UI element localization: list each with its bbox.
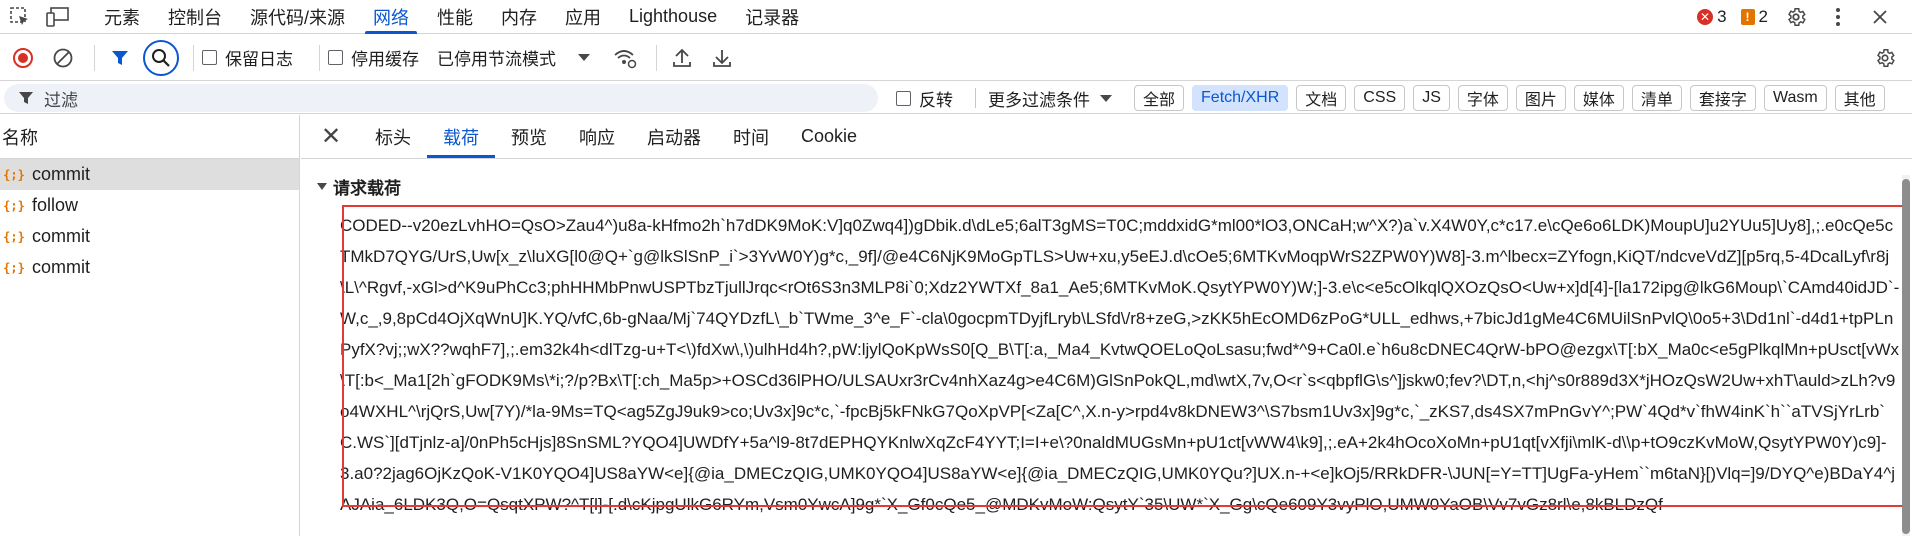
tab-console[interactable]: 控制台 [154,0,236,34]
name-column-header[interactable]: 名称 [0,115,299,159]
xhr-icon: {;} [3,260,25,275]
network-settings-gear-icon[interactable] [1868,41,1902,75]
topbar-right: ✕ 3 ! 2 [1697,0,1912,34]
request-name: commit [32,226,90,246]
device-toolbar-icon[interactable] [44,3,72,31]
expand-triangle-icon [317,183,327,190]
tab-elements[interactable]: 元素 [90,0,154,34]
stop-recording-icon[interactable] [6,41,40,75]
tab-recorder[interactable]: 记录器 [731,0,813,34]
warning-icon: ! [1740,9,1755,25]
settings-gear-icon[interactable] [1782,3,1810,31]
import-har-icon[interactable] [665,41,699,75]
more-filters-label: 更多过滤条件 [988,90,1090,110]
type-filter-font[interactable]: 字体 [1457,85,1508,111]
request-payload-section-header[interactable]: 请求载荷 [317,174,401,199]
disable-cache-checkbox[interactable]: 停用缓存 [328,45,419,70]
tab-initiator[interactable]: 启动器 [631,115,717,158]
filter-funnel-icon [19,92,33,104]
request-payload-body: CODED--v20ezLvhHO=QsO>Zau4^)u8a-kHfmo2h`… [340,216,1900,514]
network-conditions-icon[interactable] [608,41,642,75]
type-filter-fetch-xhr[interactable]: Fetch/XHR [1192,85,1289,111]
detail-tabs: ✕ 标头 载荷 预览 响应 启动器 时间 Cookie [301,115,1912,159]
toolbar-divider [656,44,657,71]
xhr-icon: {;} [3,167,25,182]
xhr-icon: {;} [3,198,25,213]
close-devtools-icon[interactable] [1866,3,1894,31]
tab-network[interactable]: 网络 [359,0,423,34]
request-list: 名称 {;} commit {;} follow {;} commit {;} … [0,115,300,536]
preserve-log-checkbox[interactable]: 保留日志 [202,45,293,70]
panel-tabs: 元素 控制台 源代码/来源 网络 性能 内存 应用 Lighthouse 记录器 [90,0,813,34]
request-details: ✕ 标头 载荷 预览 响应 启动器 时间 Cookie 请求载荷 CODED--… [301,115,1912,536]
request-name: follow [32,195,79,215]
inspect-element-icon[interactable] [6,3,34,31]
chevron-down-icon [578,54,590,61]
toolbar-divider [319,44,320,71]
tab-payload[interactable]: 载荷 [427,115,495,158]
filter-funnel-icon[interactable] [103,41,137,75]
devtools-main-tabbar: 元素 控制台 源代码/来源 网络 性能 内存 应用 Lighthouse 记录器… [0,0,1912,34]
throttling-value: 已停用节流模式 [437,50,556,69]
request-row[interactable]: {;} commit [0,221,299,252]
network-toolbar: 保留日志 停用缓存 已停用节流模式 [0,35,1912,81]
tab-headers[interactable]: 标头 [359,115,427,158]
tab-cookies[interactable]: Cookie [785,115,873,158]
request-row[interactable]: {;} follow [0,190,299,221]
clear-icon[interactable] [46,41,80,75]
xhr-icon: {;} [3,229,25,244]
type-filter-media[interactable]: 媒体 [1573,85,1624,111]
tab-preview[interactable]: 预览 [495,115,563,158]
search-icon[interactable] [143,39,179,76]
type-filter-js[interactable]: JS [1413,85,1450,111]
error-count: 3 [1717,7,1727,26]
request-row[interactable]: {;} commit [0,252,299,283]
tab-performance[interactable]: 性能 [423,0,487,34]
more-options-icon[interactable] [1824,3,1852,31]
toolbar-divider [94,44,95,71]
type-filter-wasm[interactable]: Wasm [1763,85,1827,111]
type-filter-img[interactable]: 图片 [1515,85,1566,111]
disable-cache-label: 停用缓存 [351,50,419,69]
warning-count: 2 [1758,7,1768,26]
checkbox-box[interactable] [328,50,343,65]
request-name: commit [32,257,90,277]
toolbar-divider [193,44,194,71]
request-name: commit [32,164,90,184]
filter-bar: 过滤 反转 更多过滤条件 全部 Fetch/XHR 文档 CSS JS 字体 图… [0,82,1912,114]
scrollbar-thumb[interactable] [1902,179,1910,534]
invert-checkbox[interactable]: 反转 [896,86,953,111]
type-filter-css[interactable]: CSS [1354,85,1406,111]
type-filter-other[interactable]: 其他 [1834,85,1885,111]
warning-count-badge[interactable]: ! 2 [1740,7,1768,27]
tab-response[interactable]: 响应 [563,115,631,158]
filter-options: 反转 更多过滤条件 全部 Fetch/XHR 文档 CSS JS 字体 图片 媒… [896,82,1893,114]
tab-timing[interactable]: 时间 [717,115,785,158]
scrollbar[interactable] [1902,175,1910,536]
invert-label: 反转 [919,90,953,110]
chevron-down-icon [1100,94,1112,102]
more-filters-dropdown[interactable]: 更多过滤条件 [988,86,1112,111]
filter-placeholder: 过滤 [44,90,78,110]
error-icon: ✕ [1697,9,1714,25]
throttling-select[interactable]: 已停用节流模式 [437,45,590,70]
close-details-icon[interactable]: ✕ [311,115,351,158]
type-filter-all[interactable]: 全部 [1134,85,1185,111]
tab-lighthouse[interactable]: Lighthouse [615,0,731,34]
checkbox-box[interactable] [896,90,911,106]
tab-memory[interactable]: 内存 [487,0,551,34]
request-row[interactable]: {;} commit [0,159,299,190]
preserve-log-label: 保留日志 [225,50,293,69]
filter-divider [975,88,976,108]
checkbox-box[interactable] [202,50,217,65]
filter-input[interactable]: 过滤 [4,84,878,112]
error-count-badge[interactable]: ✕ 3 [1697,7,1727,27]
type-filter-ws[interactable]: 套接字 [1689,85,1756,111]
export-har-icon[interactable] [705,41,739,75]
section-title: 请求载荷 [333,179,401,198]
tab-sources[interactable]: 源代码/来源 [236,0,359,34]
tab-application[interactable]: 应用 [551,0,615,34]
type-filter-doc[interactable]: 文档 [1296,85,1347,111]
type-filter-manifest[interactable]: 清单 [1631,85,1682,111]
